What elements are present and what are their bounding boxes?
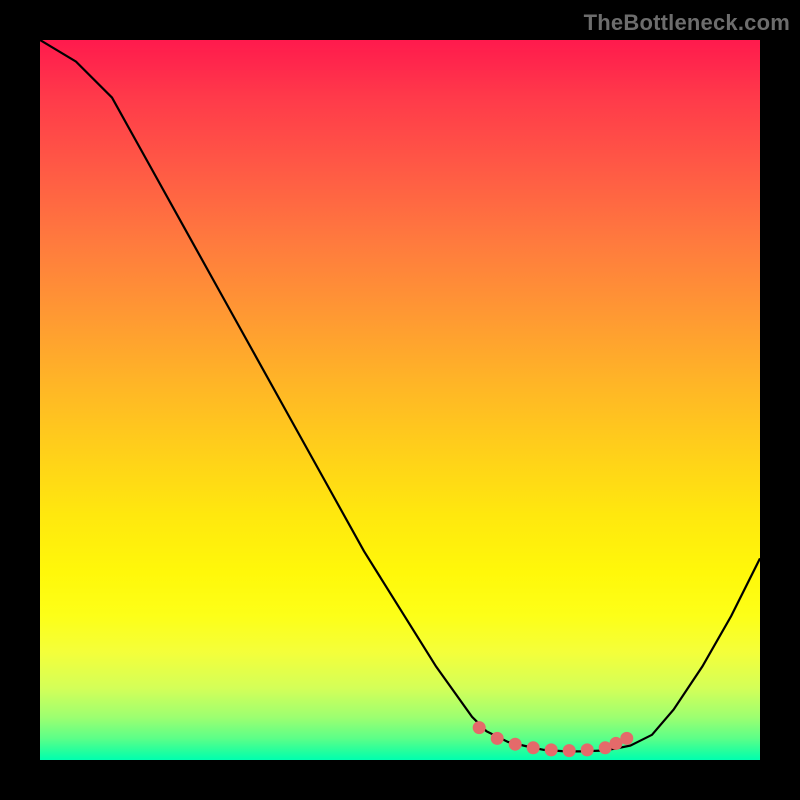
- curve-marker: [527, 741, 540, 754]
- watermark-text: TheBottleneck.com: [584, 10, 790, 36]
- curve-marker: [545, 743, 558, 756]
- curve-marker: [491, 732, 504, 745]
- chart-svg: [40, 40, 760, 760]
- curve-marker: [563, 744, 576, 757]
- curve-markers: [473, 721, 634, 757]
- bottleneck-curve: [40, 40, 760, 751]
- curve-marker: [620, 732, 633, 745]
- curve-marker: [581, 743, 594, 756]
- curve-marker: [473, 721, 486, 734]
- curve-marker: [509, 738, 522, 751]
- chart-canvas: TheBottleneck.com: [0, 0, 800, 800]
- plot-area: [40, 40, 760, 760]
